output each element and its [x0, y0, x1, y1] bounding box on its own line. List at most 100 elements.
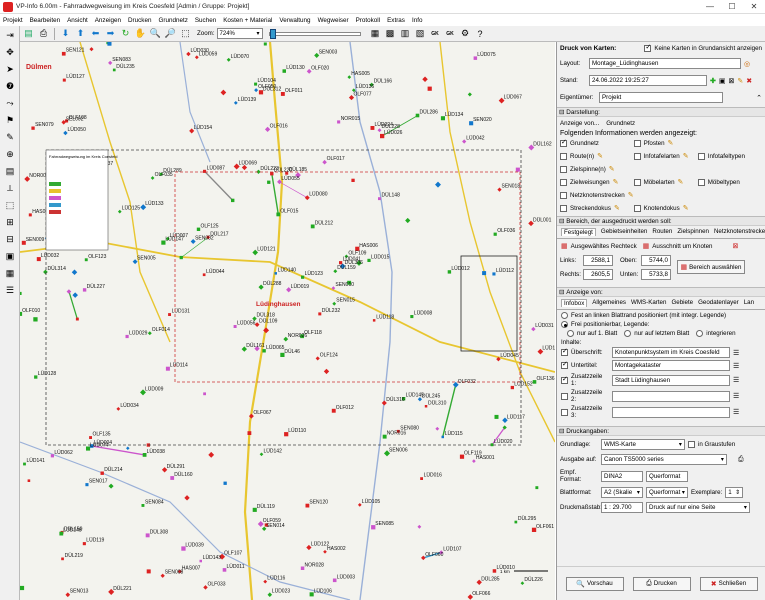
add-icon[interactable]: ✚ — [710, 77, 716, 85]
pencil-icon[interactable]: ✎ — [614, 204, 620, 212]
sheet-orient-select[interactable]: Querformat ▾ — [646, 487, 688, 498]
info-option-checkbox[interactable] — [560, 152, 567, 160]
print-button[interactable]: ⎙ Drucken — [632, 576, 691, 591]
network-node[interactable] — [441, 435, 445, 439]
close-panel-button[interactable]: ✖ Schließen — [699, 576, 758, 591]
info-option-checkbox[interactable] — [697, 178, 705, 186]
tk-icon[interactable]: ⊞ — [1, 215, 19, 230]
pointer-icon[interactable]: ➤ — [1, 62, 19, 77]
copies-input[interactable]: 1 ⇕ — [725, 487, 744, 498]
menu-ansicht[interactable]: Ansicht — [67, 17, 88, 24]
pan-hand-icon[interactable]: ✋ — [134, 27, 147, 40]
first-sheet-radio[interactable] — [567, 330, 574, 337]
network-node[interactable] — [84, 258, 88, 262]
info-option-checkbox[interactable] — [560, 138, 567, 147]
content-row-checkbox[interactable] — [561, 375, 568, 384]
content-row-checkbox[interactable] — [561, 360, 568, 369]
info-option-checkbox[interactable] — [560, 204, 567, 212]
layers-icon[interactable]: ▤ — [1, 164, 19, 179]
grid-icon[interactable]: ▥ — [399, 27, 412, 40]
text-format-icon[interactable]: ☰ — [733, 376, 739, 384]
login-icon[interactable]: ⇥ — [1, 28, 19, 43]
menu-anzeigen[interactable]: Anzeigen — [95, 17, 121, 24]
doc-icon[interactable]: ▦ — [1, 266, 19, 281]
content-row-input[interactable] — [612, 406, 730, 418]
bereich-tab[interactable]: Gebietseinheiten — [601, 228, 647, 236]
content-row-input[interactable]: Knotenpunktsystem im Kreis Coesfeld — [612, 347, 730, 358]
section-druckangaben[interactable]: ⊟ Druckangaben: — [557, 426, 765, 436]
zoom-window-icon[interactable]: ⬚ — [179, 27, 192, 40]
gk-button-1[interactable]: GK — [429, 27, 442, 40]
close-area-icon[interactable]: ⊠ — [733, 242, 739, 250]
menu-drucken[interactable]: Drucken — [128, 17, 151, 24]
pencil-icon[interactable]: ✎ — [609, 165, 615, 173]
unten-input[interactable]: 5733,8 — [641, 269, 671, 280]
network-node[interactable] — [33, 317, 38, 322]
section-anzeige[interactable]: ⊟ Anzeige von: — [557, 287, 765, 297]
menu-bearbeiten[interactable]: Bearbeiten — [30, 17, 60, 24]
select-area-button[interactable]: ▦ Bereich auswählen — [677, 260, 745, 274]
network-node[interactable] — [267, 180, 271, 184]
owner-input[interactable]: Projekt — [599, 92, 723, 103]
grayscale-checkbox[interactable] — [688, 441, 695, 448]
rechts-input[interactable]: 2605,5 — [583, 269, 613, 280]
scale-value[interactable]: 1 : 29.700 — [601, 502, 643, 513]
network-node[interactable] — [202, 273, 206, 277]
info-option-checkbox[interactable] — [633, 152, 641, 160]
delete-icon[interactable]: ✖ — [746, 77, 752, 85]
map-canvas[interactable]: DÜL46DÜL147DÜL109DÜL150DÜL159DÜL160DÜL16… — [20, 42, 555, 600]
pencil-icon[interactable]: ✎ — [683, 152, 689, 160]
content-row-input[interactable]: Montagekataster — [612, 360, 730, 371]
save-icon[interactable]: ▣ — [719, 77, 726, 85]
pencil-icon[interactable]: ✎ — [737, 77, 743, 85]
map-icon[interactable]: ▩ — [384, 27, 397, 40]
select-icon[interactable]: ⬚ — [1, 198, 19, 213]
network-node[interactable] — [535, 486, 539, 490]
menu-info[interactable]: Info — [412, 17, 423, 24]
map-view[interactable]: DÜL46DÜL147DÜL109DÜL150DÜL159DÜL160DÜL16… — [20, 42, 555, 600]
zoom-out-icon[interactable]: 🔎 — [164, 27, 177, 40]
network-node[interactable] — [378, 197, 381, 201]
content-row-checkbox[interactable] — [561, 408, 568, 416]
network-node[interactable] — [27, 479, 31, 482]
text-format-icon[interactable]: ☰ — [733, 408, 739, 416]
content-row-input[interactable] — [612, 390, 730, 402]
content-row-checkbox[interactable] — [561, 347, 568, 356]
grundlage-select[interactable]: WMS-Karte ▾ — [601, 439, 685, 450]
bereich-tab[interactable]: Netzknotenstrecken — [714, 228, 765, 236]
section-bereich[interactable]: ⊟ Bereich, der ausgedruckt werden soll: — [557, 216, 765, 226]
network-node[interactable] — [20, 585, 25, 591]
network-node[interactable] — [223, 481, 227, 485]
bereich-tab[interactable]: Routen — [652, 228, 672, 236]
pencil-icon[interactable]: ✎ — [597, 152, 603, 160]
network-node[interactable] — [494, 414, 499, 419]
printer-settings-icon[interactable]: ⎙ — [738, 456, 744, 464]
info-option-checkbox[interactable] — [633, 139, 641, 147]
chevron-up-icon[interactable]: ⌃ — [756, 94, 762, 102]
zoom-slider-knob[interactable] — [269, 28, 276, 39]
info-option-checkbox[interactable] — [633, 204, 641, 212]
info-icon[interactable]: ❼ — [1, 79, 19, 94]
anzeige-tab[interactable]: Gebiete — [671, 299, 693, 307]
layout-input[interactable]: Montage_Lüdinghausen — [589, 58, 741, 69]
network-node[interactable] — [514, 520, 518, 524]
printer-select[interactable]: Canon TS5000 series ▾ — [601, 454, 727, 465]
info-option-checkbox[interactable] — [560, 178, 567, 186]
refresh-icon[interactable]: ↻ — [119, 27, 132, 40]
target-icon[interactable]: ◎ — [744, 60, 750, 68]
pencil-icon[interactable]: ✎ — [613, 178, 619, 186]
open-icon[interactable]: ▤ — [22, 27, 35, 40]
anzeige-tab[interactable]: Geodatenlayer — [698, 299, 739, 307]
rectangle-option[interactable]: ▦ Ausgewähltes Rechteck — [561, 242, 637, 251]
arrow-right-icon[interactable]: ➡ — [104, 27, 117, 40]
signpost-icon[interactable]: ⊕ — [1, 147, 19, 162]
network-node[interactable] — [203, 392, 206, 396]
fixed-left-radio[interactable] — [561, 312, 568, 319]
help-icon[interactable]: ? — [474, 27, 487, 40]
preview-button[interactable]: 🔍 Vorschau — [565, 576, 624, 591]
minimize-button[interactable]: — — [699, 0, 721, 14]
network-node[interactable] — [231, 198, 235, 203]
print-page-select[interactable]: Druck auf nur eine Seite ▾ — [646, 502, 750, 513]
anzeige-tab[interactable]: Lan — [744, 299, 754, 307]
text-format-icon[interactable]: ☰ — [733, 362, 739, 370]
